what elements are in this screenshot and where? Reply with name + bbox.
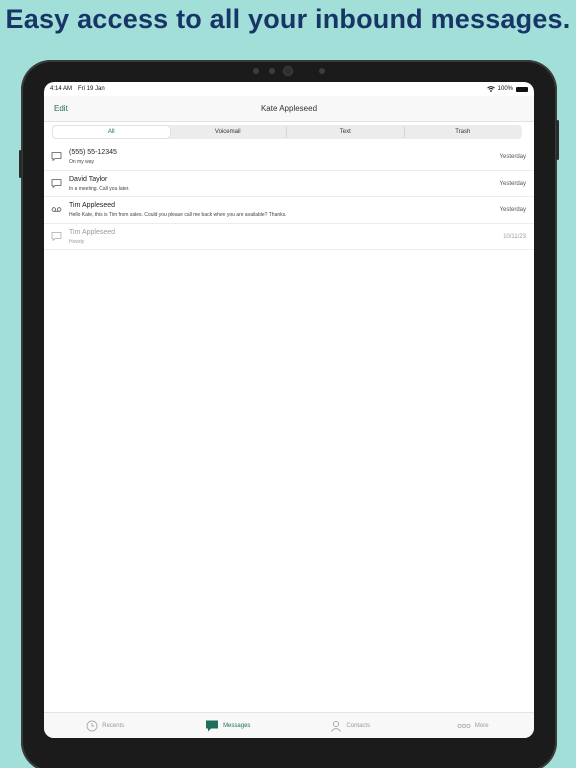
clock-icon <box>86 720 98 731</box>
message-row[interactable]: Tim Appleseed Howdy 10/11/23 <box>44 224 534 250</box>
tab-label: Recents <box>102 722 125 729</box>
tab-label: More <box>474 722 489 729</box>
message-snippet: On my way <box>69 159 95 165</box>
tab-contacts[interactable]: Contacts <box>289 713 412 738</box>
app-screen: 4:14 AM Fri 19 Jan 100% Edit Kate Apples… <box>44 82 534 738</box>
message-time: 10/11/23 <box>503 233 526 240</box>
sensor-dot <box>269 68 275 74</box>
message-row[interactable]: David Taylor In a meeting. Call you late… <box>44 171 534 197</box>
message-list: (555) 55-12345 On my way Yesterday David… <box>44 144 534 250</box>
camera-icon <box>284 67 292 75</box>
tab-more[interactable]: More <box>412 713 535 738</box>
tab-recents[interactable]: Recents <box>44 713 167 738</box>
segment-text[interactable]: Text <box>287 126 405 138</box>
segment-all[interactable]: All <box>53 126 170 138</box>
message-bubble-icon <box>51 152 62 161</box>
status-time: 4:14 AM <box>50 86 73 92</box>
message-sender: (555) 55-12345 <box>69 149 117 156</box>
wifi-icon <box>486 86 495 92</box>
sensor-dot <box>253 68 259 74</box>
voicemail-icon <box>51 207 62 212</box>
message-snippet: In a meeting. Call you later. <box>69 185 130 192</box>
message-filter-control: All Voicemail Text Trash <box>52 125 522 139</box>
message-sender: Tim Appleseed <box>69 228 116 236</box>
message-snippet: Hello Kate, this is Tim from sales. Coul… <box>69 212 287 218</box>
message-time: Yesterday <box>499 180 526 187</box>
person-icon <box>331 720 342 732</box>
message-sender: David Taylor <box>69 175 108 183</box>
message-time: Yesterday <box>499 154 526 160</box>
tablet-frame: 4:14 AM Fri 19 Jan 100% Edit Kate Apples… <box>19 60 559 768</box>
side-button <box>556 120 559 160</box>
message-bubble-icon <box>51 178 62 188</box>
segment-trash[interactable]: Trash <box>405 126 522 138</box>
status-date: Fri 19 Jan <box>78 86 105 92</box>
message-row[interactable]: Tim Appleseed Hello Kate, this is Tim fr… <box>44 197 534 224</box>
segment-voicemail[interactable]: Voicemail <box>170 126 287 138</box>
battery-icon <box>516 86 528 92</box>
navigation-bar: Edit Kate Appleseed <box>44 96 534 122</box>
status-bar: 4:14 AM Fri 19 Jan 100% <box>44 82 534 96</box>
tab-messages[interactable]: Messages <box>167 713 290 738</box>
battery-percent: 100% <box>497 86 513 92</box>
sensor-dot <box>319 68 325 74</box>
message-sender: Tim Appleseed <box>69 202 116 209</box>
message-bubble-icon <box>51 231 62 241</box>
volume-button <box>19 150 22 178</box>
message-snippet: Howdy <box>69 238 85 245</box>
tab-bar: Recents Messages Contacts More <box>44 712 534 738</box>
headline: Easy access to all your inbound messages… <box>5 4 571 34</box>
tab-label: Messages <box>223 722 251 729</box>
message-row[interactable]: (555) 55-12345 On my way Yesterday <box>44 144 534 171</box>
ellipsis-icon <box>457 723 471 728</box>
message-bubble-icon <box>206 720 219 731</box>
message-time: Yesterday <box>499 207 526 213</box>
tab-label: Contacts <box>346 722 371 729</box>
page-title: Kate Appleseed <box>260 104 318 113</box>
